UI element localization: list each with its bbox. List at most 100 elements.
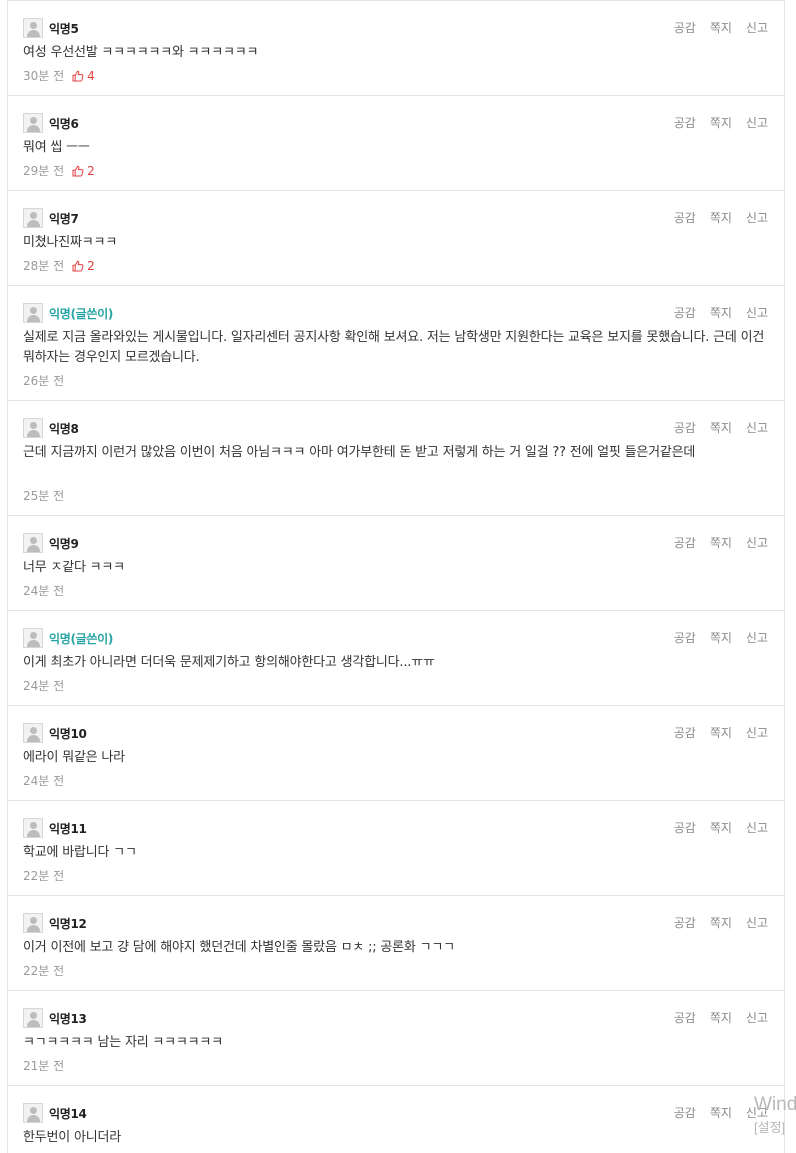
report-button[interactable]: 신고	[746, 534, 768, 551]
message-button[interactable]: 쪽지	[710, 419, 732, 436]
avatar-head	[30, 727, 37, 734]
thumbs-up-icon	[72, 165, 84, 176]
comment-meta: 24분 전	[23, 582, 64, 599]
avatar-body	[27, 735, 40, 742]
comment-meta: 26분 전	[23, 372, 64, 389]
report-button[interactable]: 신고	[746, 724, 768, 741]
avatar	[23, 1008, 43, 1028]
message-button[interactable]: 쪽지	[710, 534, 732, 551]
avatar-body	[27, 30, 40, 37]
comment-time: 25분 전	[23, 489, 65, 503]
avatar	[23, 533, 43, 553]
comment-text: 미쳤나진짜ㅋㅋㅋ	[23, 235, 118, 250]
like-count: 2	[72, 164, 95, 178]
like-button[interactable]: 공감	[674, 114, 696, 131]
avatar-body	[27, 925, 40, 932]
avatar	[23, 113, 43, 133]
message-button[interactable]: 쪽지	[710, 304, 732, 321]
comment-item: 익명13 공감 쪽지 신고 ㅋㄱㅋㅋㅋㅋ 남는 자리 ㅋㅋㅋㅋㅋㅋ 21분 전	[8, 991, 784, 1086]
avatar-body	[27, 430, 40, 437]
report-button[interactable]: 신고	[746, 1009, 768, 1026]
avatar	[23, 1103, 43, 1123]
like-button[interactable]: 공감	[674, 304, 696, 321]
comment-section: 익명5 공감 쪽지 신고 여성 우선선발 ㅋㅋㅋㅋㅋㅋ와 ㅋㅋㅋㅋㅋㅋ 30분 …	[7, 0, 785, 1153]
comment-text: ㅋㄱㅋㅋㅋㅋ 남는 자리 ㅋㅋㅋㅋㅋㅋ	[23, 1035, 223, 1050]
like-count: 2	[72, 259, 95, 273]
comment-author: 익명14	[49, 1106, 87, 1121]
thumbs-up-icon	[72, 260, 84, 271]
report-button[interactable]: 신고	[746, 629, 768, 646]
avatar-head	[30, 212, 37, 219]
message-button[interactable]: 쪽지	[710, 114, 732, 131]
report-button[interactable]: 신고	[746, 19, 768, 36]
report-button[interactable]: 신고	[746, 419, 768, 436]
comment-header: 익명(글쓴이)	[23, 303, 113, 323]
comment-text: 이게 최초가 아니라면 더더욱 문제제기하고 항의해야한다고 생각합니다...ㅠ…	[23, 655, 435, 670]
comment-meta: 30분 전 4	[23, 67, 95, 84]
comment-time: 26분 전	[23, 374, 65, 388]
comment-text: 실제로 지금 올라와있는 게시물입니다. 일자리센터 공지사항 확인해 보셔요.…	[23, 330, 765, 365]
like-count-value: 4	[87, 68, 95, 83]
windows-activation-settings: [설정]	[754, 1120, 786, 1135]
comment-author: 익명7	[49, 211, 79, 226]
comment-header: 익명8	[23, 418, 79, 438]
comment-item: 익명9 공감 쪽지 신고 너무 ㅈ같다 ㅋㅋㅋ 24분 전	[8, 516, 784, 611]
comment-text: 근데 지금까지 이런거 많았음 이번이 처음 아님ㅋㅋㅋ 아마 여가부한테 돈 …	[23, 445, 696, 460]
like-button[interactable]: 공감	[674, 1104, 696, 1121]
avatar	[23, 303, 43, 323]
like-button[interactable]: 공감	[674, 914, 696, 931]
comment-meta: 24분 전	[23, 772, 64, 789]
avatar-body	[27, 125, 40, 132]
comment-header: 익명6	[23, 113, 79, 133]
avatar-body	[27, 545, 40, 552]
comment-header: 익명14	[23, 1103, 87, 1123]
comment-text: 뭐여 씹 ㅡㅡ	[23, 140, 90, 155]
avatar-head	[30, 117, 37, 124]
message-button[interactable]: 쪽지	[710, 629, 732, 646]
like-button[interactable]: 공감	[674, 19, 696, 36]
avatar-head	[30, 422, 37, 429]
message-button[interactable]: 쪽지	[710, 819, 732, 836]
report-button[interactable]: 신고	[746, 304, 768, 321]
avatar-head	[30, 22, 37, 29]
comment-actions: 공감 쪽지 신고	[674, 629, 768, 646]
avatar-head	[30, 307, 37, 314]
comment-actions: 공감 쪽지 신고	[674, 304, 768, 321]
like-count-value: 2	[87, 163, 95, 178]
comment-text: 여성 우선선발 ㅋㅋㅋㅋㅋㅋ와 ㅋㅋㅋㅋㅋㅋ	[23, 45, 259, 60]
comment-item: 익명(글쓴이) 공감 쪽지 신고 이게 최초가 아니라면 더더욱 문제제기하고 …	[8, 611, 784, 706]
like-button[interactable]: 공감	[674, 724, 696, 741]
like-button[interactable]: 공감	[674, 419, 696, 436]
comment-header: 익명(글쓴이)	[23, 628, 113, 648]
message-button[interactable]: 쪽지	[710, 724, 732, 741]
message-button[interactable]: 쪽지	[710, 914, 732, 931]
like-button[interactable]: 공감	[674, 819, 696, 836]
avatar-head	[30, 1012, 37, 1019]
avatar	[23, 723, 43, 743]
like-button[interactable]: 공감	[674, 629, 696, 646]
like-button[interactable]: 공감	[674, 1009, 696, 1026]
comment-author: 익명(글쓴이)	[49, 631, 114, 646]
comment-actions: 공감 쪽지 신고	[674, 114, 768, 131]
avatar	[23, 18, 43, 38]
avatar	[23, 913, 43, 933]
avatar-head	[30, 537, 37, 544]
comment-item: 익명8 공감 쪽지 신고 근데 지금까지 이런거 많았음 이번이 처음 아님ㅋㅋ…	[8, 401, 784, 516]
message-button[interactable]: 쪽지	[710, 209, 732, 226]
report-button[interactable]: 신고	[746, 209, 768, 226]
comment-meta: 29분 전 2	[23, 162, 95, 179]
windows-activation-watermark: Wind	[754, 1094, 796, 1115]
report-button[interactable]: 신고	[746, 114, 768, 131]
report-button[interactable]: 신고	[746, 819, 768, 836]
message-button[interactable]: 쪽지	[710, 1104, 732, 1121]
avatar-body	[27, 1020, 40, 1027]
like-button[interactable]: 공감	[674, 534, 696, 551]
message-button[interactable]: 쪽지	[710, 19, 732, 36]
comment-text: 이거 이전에 보고 걍 담에 해야지 했던건데 차별인줄 몰랐음 ㅁㅊ ;; 공…	[23, 940, 455, 955]
comment-header: 익명12	[23, 913, 87, 933]
comment-meta: 22분 전	[23, 962, 64, 979]
message-button[interactable]: 쪽지	[710, 1009, 732, 1026]
like-button[interactable]: 공감	[674, 209, 696, 226]
report-button[interactable]: 신고	[746, 914, 768, 931]
comment-author: 익명11	[49, 821, 87, 836]
